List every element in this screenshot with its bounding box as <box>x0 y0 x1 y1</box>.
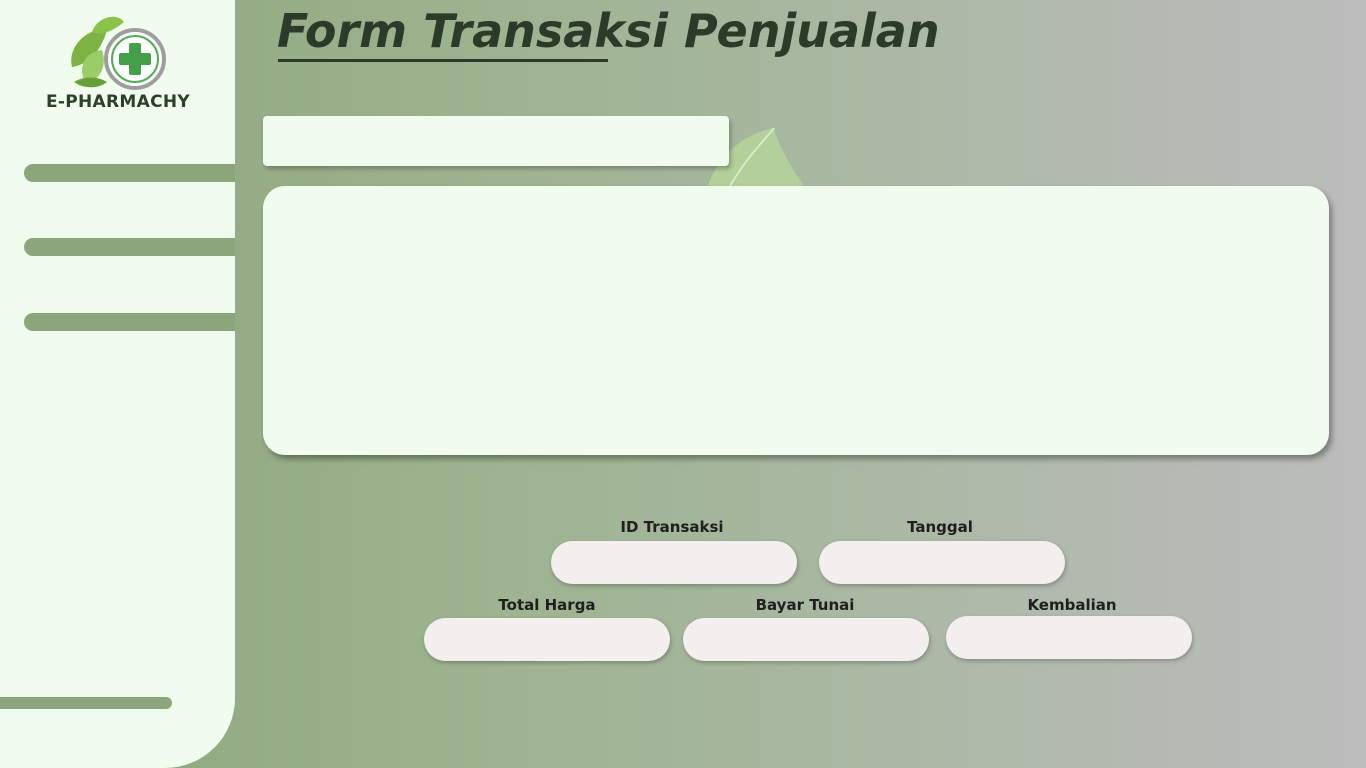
leaf-cross-logo-icon <box>71 16 166 90</box>
sidebar-item-2[interactable] <box>24 238 235 256</box>
total-harga-input[interactable] <box>424 618 670 661</box>
sidebar-bottom-item[interactable] <box>0 697 172 709</box>
sidebar-item-1[interactable] <box>24 164 235 182</box>
bayar-tunai-label: Bayar Tunai <box>755 596 855 614</box>
total-harga-label: Total Harga <box>498 596 596 614</box>
transaction-table-panel[interactable] <box>263 186 1329 455</box>
kembalian-input[interactable] <box>946 616 1192 659</box>
page-title: Form Transaksi Penjualan <box>277 4 940 58</box>
title-underline <box>278 59 608 62</box>
sidebar-item-3[interactable] <box>24 313 235 331</box>
kembalian-label: Kembalian <box>1027 596 1117 614</box>
logo-text: E-PHARMACHY <box>46 92 190 112</box>
tanggal-input[interactable] <box>819 541 1065 584</box>
tanggal-label: Tanggal <box>907 518 973 536</box>
search-input[interactable] <box>263 116 729 166</box>
bayar-tunai-input[interactable] <box>683 618 929 661</box>
id-transaksi-label: ID Transaksi <box>620 518 724 536</box>
sidebar: E-PHARMACHY <box>0 0 235 768</box>
id-transaksi-input[interactable] <box>551 541 797 584</box>
app-logo: E-PHARMACHY <box>40 12 200 112</box>
